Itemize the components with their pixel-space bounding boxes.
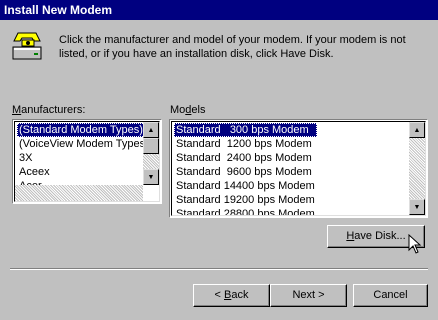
- scroll-down-button[interactable]: ▼: [409, 199, 425, 215]
- models-list[interactable]: Standard 300 bps Modem Standard 1200 bps …: [169, 119, 428, 218]
- list-item[interactable]: Standard 300 bps Modem: [174, 123, 317, 137]
- manufacturers-scrollbar[interactable]: ▲ ▼: [143, 122, 159, 185]
- models-scrollbar[interactable]: ▲ ▼: [409, 122, 425, 215]
- cancel-button[interactable]: Cancel: [353, 284, 428, 307]
- arrow-up-icon: ▲: [147, 126, 155, 134]
- list-item[interactable]: Standard 9600 bps Modem: [174, 165, 317, 179]
- scroll-thumb[interactable]: [143, 138, 159, 154]
- mouse-pointer-icon: [408, 234, 422, 254]
- modem-phone-icon: [12, 32, 42, 60]
- scroll-down-button[interactable]: ▼: [143, 169, 159, 185]
- manufacturers-hscroll[interactable]: [15, 185, 143, 201]
- models-label: Models: [170, 104, 206, 116]
- scroll-up-button[interactable]: ▲: [409, 122, 425, 138]
- list-item[interactable]: Standard 14400 bps Modem: [174, 179, 317, 193]
- list-item[interactable]: Aceex: [17, 165, 151, 179]
- intro-text: Click the manufacturer and model of your…: [59, 34, 406, 60]
- arrow-up-icon: ▲: [413, 126, 421, 134]
- title-bar: Install New Modem: [0, 0, 438, 20]
- separator: [10, 268, 428, 270]
- manufacturers-label: Manufacturers:: [12, 104, 86, 116]
- arrow-down-icon: ▼: [147, 173, 155, 181]
- arrow-down-icon: ▼: [413, 203, 421, 211]
- next-button[interactable]: Next >: [270, 284, 347, 307]
- list-item[interactable]: Standard 1200 bps Modem: [174, 137, 317, 151]
- list-item[interactable]: 3X: [17, 151, 151, 165]
- install-new-modem-dialog: Install New Modem Click the manufacturer…: [0, 0, 438, 320]
- list-item[interactable]: Standard 2400 bps Modem: [174, 151, 317, 165]
- window-title: Install New Modem: [4, 3, 113, 17]
- back-button[interactable]: < Back: [193, 284, 270, 307]
- list-item[interactable]: (VoiceView Modem Types): [17, 137, 151, 151]
- list-item[interactable]: Standard 19200 bps Modem: [174, 193, 317, 207]
- list-item[interactable]: (Standard Modem Types): [17, 123, 151, 137]
- list-item[interactable]: Standard 28800 bps Modem: [174, 207, 317, 215]
- scroll-up-button[interactable]: ▲: [143, 122, 159, 138]
- manufacturers-list[interactable]: (Standard Modem Types) (VoiceView Modem T…: [12, 119, 162, 204]
